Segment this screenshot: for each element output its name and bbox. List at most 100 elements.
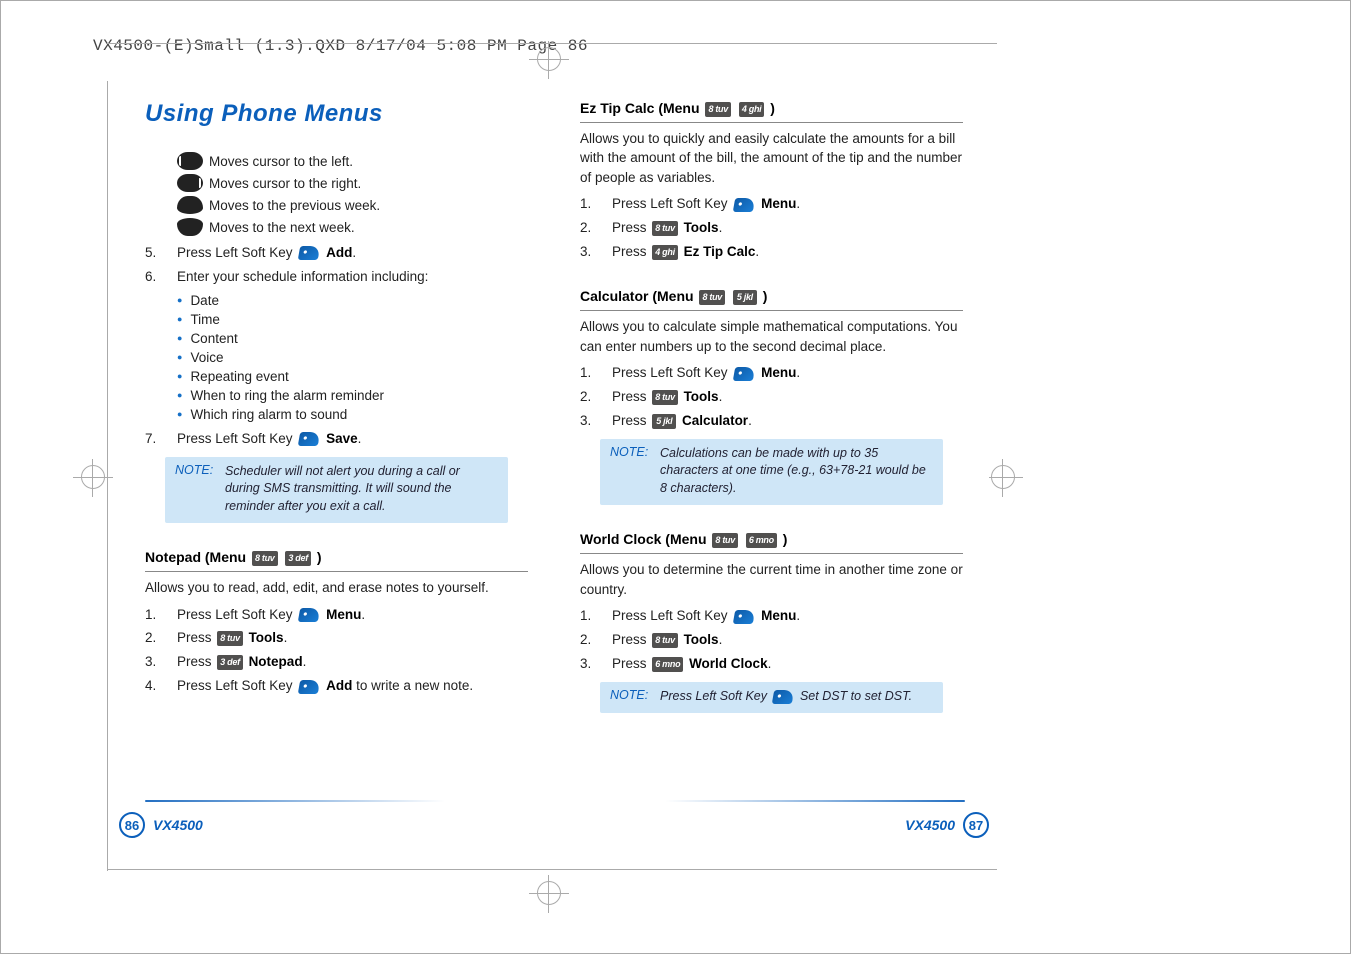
nav-right-row: Moves cursor to the right. <box>177 174 528 192</box>
step-body: Press 8 tuv Tools. <box>612 388 963 407</box>
worldclock-section-title: World Clock (Menu 8 tuv 6 mno ) <box>580 531 963 554</box>
ez-step-3: 3.Press 4 ghi Ez Tip Calc. <box>580 243 963 262</box>
key-8-icon: 8 tuv <box>712 533 738 548</box>
bullet-time: Time <box>177 312 528 327</box>
key-8-icon: 8 tuv <box>652 390 678 405</box>
step-body: Press Left Soft Key Save. <box>177 430 528 449</box>
model-label: VX4500 <box>905 817 955 833</box>
nav-down-icon <box>177 218 203 236</box>
schedule-fields-list: Date Time Content Voice Repeating event … <box>177 293 528 422</box>
notepad-section-title: Notepad (Menu 8 tuv 3 def ) <box>145 549 528 572</box>
menu-label: Menu <box>761 608 796 623</box>
crosshair-right-h <box>983 477 1023 478</box>
step-body: Press Left Soft Key Add to write a new n… <box>177 677 528 696</box>
crosshair-left-v <box>92 459 93 497</box>
np-step-3: 3. Press 3 def Notepad. <box>145 653 528 672</box>
footer-rule-right <box>665 800 965 802</box>
bullet-voice: Voice <box>177 350 528 365</box>
save-label: Save <box>326 431 358 446</box>
notepad-label: Notepad <box>249 654 303 669</box>
eztip-steps: 1.Press Left Soft Key Menu. 2.Press 8 tu… <box>580 195 963 262</box>
text: Notepad (Menu <box>145 549 246 565</box>
step-body: Press 8 tuv Tools. <box>612 219 963 238</box>
step-number: 3. <box>580 412 612 431</box>
ez-step-2: 2.Press 8 tuv Tools. <box>580 219 963 238</box>
notepad-steps: 1. Press Left Soft Key Menu. 2. Press 8 … <box>145 606 528 697</box>
worldclock-desc: Allows you to determine the current time… <box>580 560 963 599</box>
soft-key-icon <box>298 432 320 446</box>
text: to write a new note. <box>352 678 473 693</box>
key-4-icon: 4 ghi <box>652 245 678 260</box>
step-number: 1. <box>145 606 177 625</box>
note-label: NOTE: <box>610 688 660 706</box>
crosshair-bot-v <box>548 875 549 913</box>
menu-label: Menu <box>761 365 796 380</box>
step-body: Press 3 def Notepad. <box>177 653 528 672</box>
step-number: 4. <box>145 677 177 696</box>
step-body: Press 6 mno World Clock. <box>612 655 963 674</box>
text: Ez Tip Calc (Menu <box>580 100 700 116</box>
key-4-icon: 4 ghi <box>739 102 765 117</box>
step-body: Press 4 ghi Ez Tip Calc. <box>612 243 963 262</box>
text: ) <box>317 549 322 565</box>
eztip-label: Ez Tip Calc <box>684 244 756 259</box>
key-8-icon: 8 tuv <box>652 221 678 236</box>
nav-down-text: Moves to the next week. <box>209 220 355 235</box>
text: Press Left Soft Key <box>612 196 728 211</box>
crop-mark-left <box>107 81 108 871</box>
text: Press Left Soft Key <box>177 678 293 693</box>
text: ) <box>763 288 768 304</box>
soft-key-icon <box>733 367 755 381</box>
calculator-desc: Allows you to calculate simple mathemati… <box>580 317 963 356</box>
key-5-icon: 5 jkl <box>733 290 757 305</box>
note-text: Press Left Soft Key Set DST to set DST. <box>660 688 933 706</box>
calculator-steps: 1.Press Left Soft Key Menu. 2.Press 8 tu… <box>580 364 963 431</box>
note-label: NOTE: <box>175 463 225 516</box>
nav-up-row: Moves to the previous week. <box>177 196 528 214</box>
wc-step-3: 3.Press 6 mno World Clock. <box>580 655 963 674</box>
notepad-desc: Allows you to read, add, edit, and erase… <box>145 578 528 598</box>
add-label: Add <box>326 245 352 260</box>
text: Press <box>612 632 647 647</box>
np-step-1: 1. Press Left Soft Key Menu. <box>145 606 528 625</box>
nav-left-icon <box>177 152 203 170</box>
step-number: 1. <box>580 607 612 626</box>
text: Set DST to set DST. <box>800 689 912 703</box>
eztip-desc: Allows you to quickly and easily calcula… <box>580 129 963 188</box>
schedule-steps: 5. Press Left Soft Key Add. 6. Enter you… <box>145 244 528 287</box>
step-body: Press Left Soft Key Menu. <box>177 606 528 625</box>
key-8-icon: 8 tuv <box>252 551 278 566</box>
text: Press Left Soft Key <box>177 431 293 446</box>
menu-label: Menu <box>326 607 361 622</box>
key-8-icon: 8 tuv <box>699 290 725 305</box>
model-label: VX4500 <box>153 817 203 833</box>
step-number: 5. <box>145 244 177 263</box>
step-number: 3. <box>145 653 177 672</box>
step-7: 7. Press Left Soft Key Save. <box>145 430 528 449</box>
text: ) <box>783 531 788 547</box>
bullet-content: Content <box>177 331 528 346</box>
np-step-2: 2. Press 8 tuv Tools. <box>145 629 528 648</box>
left-page: Using Phone Menus Moves cursor to the le… <box>119 86 554 846</box>
worldclock-label: World Clock <box>689 656 768 671</box>
np-step-4: 4. Press Left Soft Key Add to write a ne… <box>145 677 528 696</box>
page-title: Using Phone Menus <box>145 100 528 128</box>
crosshair-right-v <box>1002 459 1003 497</box>
text: Press <box>612 244 647 259</box>
step-number: 3. <box>580 655 612 674</box>
text: Press Left Soft Key <box>660 689 767 703</box>
key-6-icon: 6 mno <box>746 533 777 548</box>
add-label: Add <box>326 678 352 693</box>
wc-step-2: 2.Press 8 tuv Tools. <box>580 631 963 650</box>
ez-step-1: 1.Press Left Soft Key Menu. <box>580 195 963 214</box>
text: Press <box>612 389 647 404</box>
text: Calculator (Menu <box>580 288 694 304</box>
step-number: 2. <box>580 631 612 650</box>
tools-label: Tools <box>684 220 719 235</box>
text: Press <box>612 656 647 671</box>
step-body: Press 8 tuv Tools. <box>612 631 963 650</box>
step-number: 3. <box>580 243 612 262</box>
page-spread: Using Phone Menus Moves cursor to the le… <box>119 86 989 846</box>
step-body: Press Left Soft Key Menu. <box>612 607 963 626</box>
print-header-slug: VX4500-(E)Small (1.3).QXD 8/17/04 5:08 P… <box>93 37 588 55</box>
